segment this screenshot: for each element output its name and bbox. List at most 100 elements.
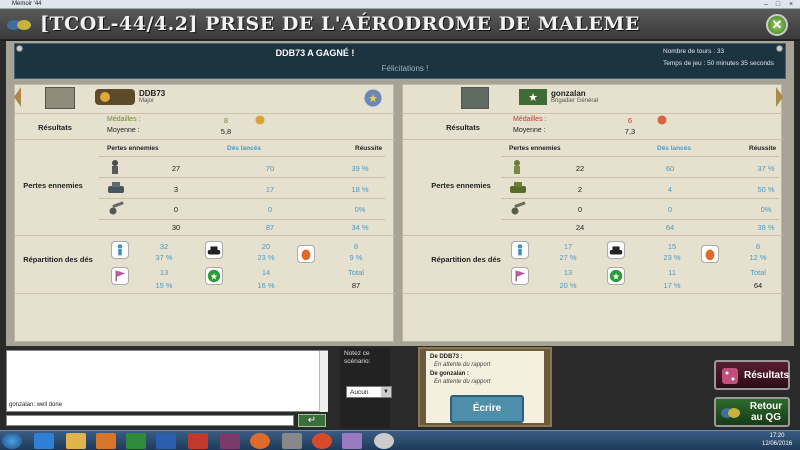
split-star-pct: 17 % [663, 281, 681, 290]
app-icon[interactable] [220, 433, 240, 449]
app-icon[interactable] [282, 433, 302, 449]
firefox-icon[interactable] [250, 433, 270, 449]
split-inf: 32 [159, 242, 169, 251]
folder-icon[interactable] [66, 433, 86, 449]
losses-header: Pertes ennemies [509, 145, 561, 152]
maximize-icon[interactable]: □ [772, 0, 784, 9]
split-tank: 20 [261, 242, 271, 251]
medals-label: Médailles : [513, 116, 547, 123]
average-value: 7,3 [624, 127, 636, 136]
die-star-icon: ★ [607, 267, 625, 285]
winner-text: DDB73 A GAGNÉ ! [275, 48, 355, 58]
results-header: DDB73 A GAGNÉ ! Félicitations ! Nombre d… [14, 43, 786, 79]
success-inf: 37 % [757, 164, 775, 173]
die-tank-icon [205, 241, 223, 259]
rating-prompt: Notez ce scénario: [344, 350, 371, 365]
chat-scrollbar[interactable] [319, 351, 328, 412]
dice-icon [722, 368, 738, 384]
dice-tank: 17 [265, 185, 275, 194]
svg-text:★: ★ [528, 92, 538, 104]
tank-icon [510, 182, 526, 193]
split-total-label: Total [750, 268, 766, 277]
losses-label: Pertes ennemies [23, 181, 83, 190]
rating-select[interactable]: Aucun ▼ [346, 386, 392, 398]
split-star: 11 [668, 268, 676, 277]
success-header: Réussite [749, 145, 777, 152]
write-button[interactable]: Écrire [450, 395, 524, 423]
results-button-label: Résultats [744, 370, 790, 381]
minimize-icon[interactable]: – [760, 0, 772, 9]
back-button-label: Retour au QG [749, 401, 783, 423]
svg-text:★: ★ [210, 272, 218, 282]
svg-text:★: ★ [368, 93, 378, 105]
player-panel-1: DDB73 Major ★ Résultats Médailles : 8 Mo… [14, 84, 395, 342]
app-icon[interactable] [374, 433, 394, 449]
split-star-pct: 16 % [257, 281, 275, 290]
chrome-icon[interactable] [312, 433, 332, 449]
start-icon[interactable] [2, 433, 22, 449]
tank-icon [108, 182, 124, 193]
success-total: 34 % [351, 223, 369, 232]
losses-label: Pertes ennemies [431, 181, 491, 190]
die-infantry-icon [511, 241, 529, 259]
outlook-icon[interactable] [96, 433, 116, 449]
die-infantry-icon [111, 241, 129, 259]
results-button[interactable]: Résultats [714, 360, 790, 390]
player-name: gonzalan [551, 89, 586, 98]
ie-icon[interactable] [34, 433, 54, 449]
window-close-icon[interactable]: × [785, 0, 797, 9]
dice-tank: 4 [667, 185, 673, 194]
pdf-icon[interactable] [188, 433, 208, 449]
loss-tank: 2 [577, 185, 583, 194]
excel-icon[interactable] [126, 433, 146, 449]
split-tank-pct: 23 % [663, 253, 681, 262]
loss-inf: 27 [171, 164, 181, 173]
arrow-right-icon [776, 87, 783, 107]
average-label: Moyenne : [513, 127, 546, 134]
send-button[interactable]: ↵ [298, 414, 326, 427]
losses-header: Pertes ennemies [107, 145, 159, 152]
split-total-label: Total [348, 268, 364, 277]
medal-icon [657, 115, 667, 125]
player-panel-2: ★ gonzalan Brigadier Général Résultats M… [402, 84, 783, 342]
taskbar [0, 430, 800, 450]
results-label: Résultats [38, 123, 72, 132]
split-gren-pct: 12 % [749, 253, 767, 262]
clock[interactable]: 17:20 12/06/2016 [762, 432, 792, 448]
chat-input[interactable] [6, 415, 294, 426]
player-name: DDB73 [139, 89, 166, 98]
dice-split-label: Répartition des dés [23, 255, 93, 264]
report-p2: De gonzalan : [430, 371, 470, 377]
loss-art: 0 [173, 205, 179, 214]
word-icon[interactable] [156, 433, 176, 449]
success-total: 38 % [757, 223, 775, 232]
success-tank: 50 % [757, 185, 775, 194]
split-total: 64 [753, 281, 763, 290]
clock-time: 17:20 [769, 433, 785, 439]
loss-art: 0 [577, 205, 583, 214]
average-value: 5,8 [220, 127, 232, 136]
medals-value: 8 [223, 116, 229, 125]
artillery-icon [511, 201, 526, 215]
badge-star-icon: ★ [363, 88, 383, 108]
medals-value: 6 [627, 116, 633, 125]
close-button[interactable]: ✕ [766, 14, 788, 36]
memoir-icon[interactable] [342, 433, 362, 449]
report-p1-status: En attente du rapport [434, 362, 491, 368]
dice-split-label: Répartition des dés [431, 255, 501, 264]
loss-tank: 3 [173, 185, 179, 194]
die-tank-icon [607, 241, 625, 259]
back-to-hq-button[interactable]: Retour au QG [714, 397, 790, 427]
rating-selected: Aucun [350, 389, 369, 396]
dice-header: Dés lancés [657, 145, 691, 152]
split-inf-pct: 37 % [155, 253, 173, 262]
split-star: 14 [261, 268, 271, 277]
success-art: 0% [354, 205, 366, 214]
chat-message: gonzalan: well done [9, 402, 63, 408]
dice-inf: 70 [265, 164, 275, 173]
split-gren: 8 [353, 242, 359, 251]
svg-text:★: ★ [612, 272, 620, 282]
chat-log[interactable]: gonzalan: well done [6, 350, 328, 412]
unit-portrait [461, 87, 489, 109]
window-titlebar: Memoir '44 – □ × [0, 0, 800, 9]
